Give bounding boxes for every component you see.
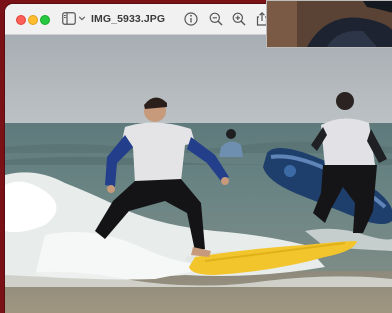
zoom-in-icon[interactable]	[231, 11, 247, 27]
chevron-down-icon[interactable]	[78, 14, 86, 22]
window-title: IMG_5933.JPG	[91, 13, 166, 25]
sidebar-icon[interactable]	[62, 12, 76, 25]
sky	[5, 35, 392, 125]
preview-window: IMG_5933.JPG	[5, 4, 392, 313]
camera-thumbnail	[266, 0, 392, 48]
zoom-out-icon[interactable]	[208, 11, 224, 27]
photo-canvas	[5, 35, 392, 313]
close-button[interactable]	[16, 15, 26, 25]
zoom-button[interactable]	[40, 15, 50, 25]
minimize-button[interactable]	[28, 15, 38, 25]
surf-photo	[5, 35, 392, 313]
info-icon[interactable]	[183, 11, 199, 27]
